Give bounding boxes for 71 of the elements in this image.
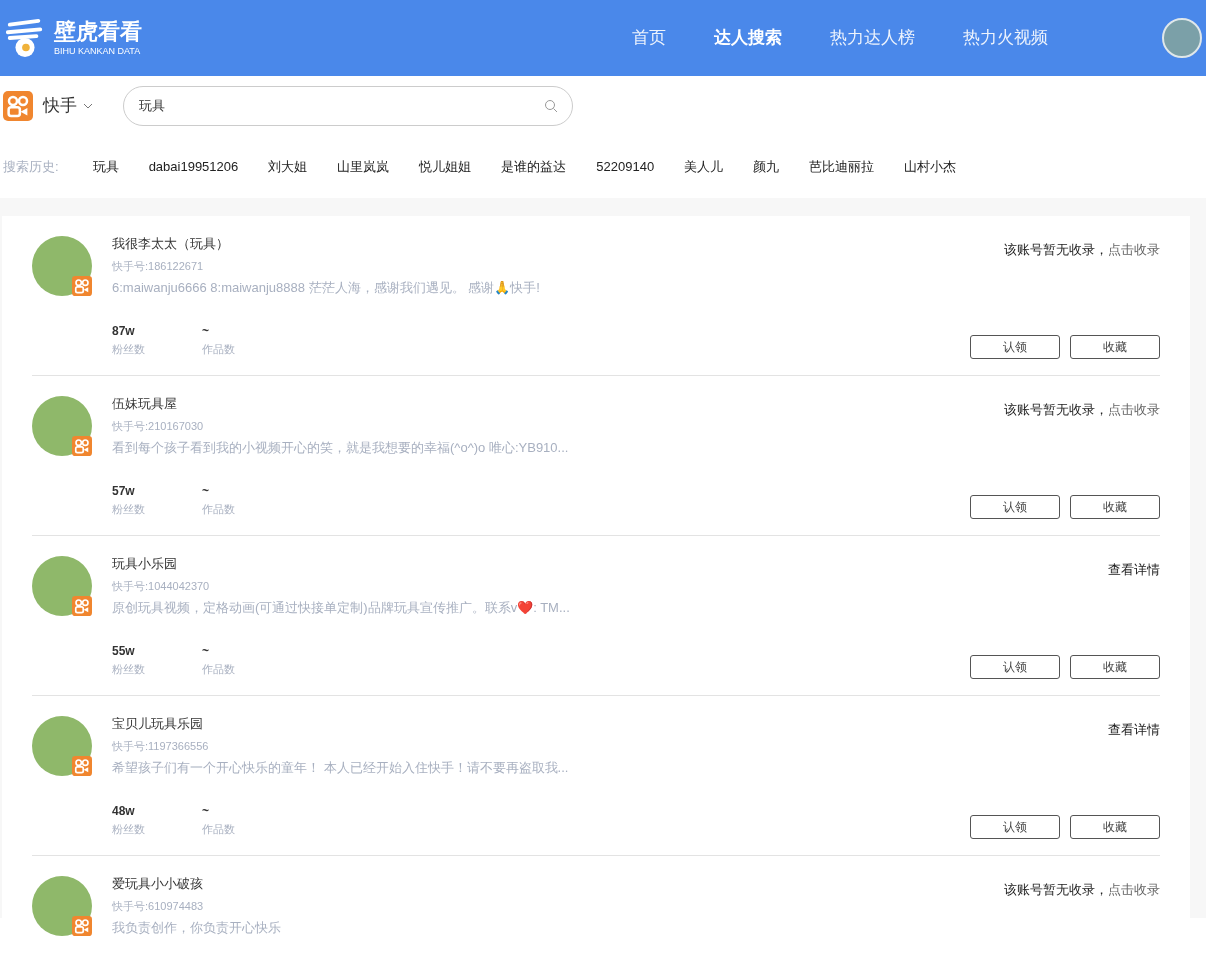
history-item[interactable]: 玩具	[92, 157, 119, 177]
works-label: 作品数	[202, 502, 235, 517]
details-link[interactable]: 查看详情	[1108, 560, 1160, 580]
works-count: ~	[202, 483, 210, 499]
collect-link[interactable]: 点击收录	[1108, 882, 1160, 897]
history-item[interactable]: 美人儿	[684, 157, 724, 177]
works-label: 作品数	[202, 662, 235, 677]
creator-name: 宝贝儿玩具乐园	[112, 716, 204, 732]
creator-bio: 我负责创作，你负责开心快乐	[112, 920, 282, 936]
claim-button[interactable]: 认领	[970, 495, 1060, 519]
history-item[interactable]: 52209140	[596, 157, 655, 177]
history-item[interactable]: dabai19951206	[148, 157, 239, 177]
works-count: ~	[202, 643, 210, 659]
creator-bio: 看到每个孩子看到我的小视频开心的笑，就是我想要的幸福(^o^)o 唯心:YB910...	[112, 440, 570, 456]
creator-bio: 原创玩具视频，定格动画(可通过快接单定制)品牌玩具宣传推广。联系v❤: TM...	[112, 600, 571, 616]
fans-label: 粉丝数	[112, 822, 146, 837]
favorite-button[interactable]: 收藏	[1070, 495, 1160, 519]
works-count: ~	[202, 803, 210, 819]
claim-button[interactable]: 认领	[970, 655, 1060, 679]
creator-name: 伍妹玩具屋	[112, 396, 178, 412]
account-id: 快手号:210167030	[112, 419, 205, 433]
claim-button[interactable]: 认领	[970, 335, 1060, 359]
claim-button[interactable]: 认领	[970, 815, 1060, 839]
details-link[interactable]: 查看详情	[1108, 720, 1160, 740]
creator-bio: 6:maiwanju6666 8:maiwanju8888 茫茫人海，感谢我们遇见。 感谢🙏快手!	[112, 280, 541, 296]
creator-name: 爱玩具小小破孩	[112, 876, 204, 892]
platform-badge-icon	[72, 276, 92, 296]
search-icon	[544, 99, 558, 113]
search-field[interactable]: 玩具	[123, 86, 573, 126]
fans-count: 57w	[112, 483, 136, 499]
account-id: 快手号:1197366556	[112, 739, 210, 753]
history-item[interactable]: 山村小杰	[904, 157, 957, 177]
fans-label: 粉丝数	[112, 502, 146, 517]
platform-logo-icon	[3, 91, 33, 121]
fans-count: 48w	[112, 803, 136, 819]
user-avatar[interactable]	[1162, 18, 1202, 58]
history-item[interactable]: 芭比迪丽拉	[809, 157, 875, 177]
platform-dropdown[interactable]: 快手	[43, 93, 93, 119]
status-text: 该账号暂无收录，	[1004, 882, 1108, 897]
favorite-button[interactable]: 收藏	[1070, 335, 1160, 359]
account-id: 快手号:1044042370	[112, 579, 211, 593]
works-label: 作品数	[202, 342, 235, 357]
account-id: 快手号:186122671	[112, 259, 205, 273]
fans-count: 55w	[112, 643, 136, 659]
history-item[interactable]: 悦儿姐姐	[419, 157, 472, 177]
works-label: 作品数	[202, 822, 235, 837]
creator-name: 我很李太太（玩具）	[112, 236, 230, 252]
collect-link[interactable]: 点击收录	[1108, 402, 1160, 417]
status-text: 该账号暂无收录，	[1004, 242, 1108, 257]
creator-name: 玩具小乐园	[112, 556, 178, 572]
history-item[interactable]: 是谁的益达	[501, 157, 567, 177]
favorite-button[interactable]: 收藏	[1070, 815, 1160, 839]
favorite-button[interactable]: 收藏	[1070, 655, 1160, 679]
history-label: 搜索历史:	[3, 158, 59, 177]
history-item[interactable]: 颜九	[753, 157, 780, 177]
collect-link[interactable]: 点击收录	[1108, 242, 1160, 257]
platform-badge-icon	[72, 436, 92, 456]
fans-label: 粉丝数	[112, 342, 146, 357]
logo-subtitle: BIHU KANKAN DATA	[54, 45, 142, 57]
platform-badge-icon	[72, 756, 92, 776]
fans-label: 粉丝数	[112, 662, 146, 677]
platform-badge-icon	[72, 596, 92, 616]
works-count: ~	[202, 323, 210, 339]
account-id: 快手号:610974483	[112, 899, 205, 913]
history-item[interactable]: 刘大姐	[268, 157, 308, 177]
status-text: 该账号暂无收录，	[1004, 402, 1108, 417]
logo-title: 壁虎看看	[54, 19, 142, 45]
fans-count: 87w	[112, 323, 136, 339]
chevron-down-icon	[83, 103, 93, 109]
nav-tab[interactable]: 达人搜索	[714, 25, 782, 51]
history-item[interactable]: 山里岚岚	[337, 157, 390, 177]
